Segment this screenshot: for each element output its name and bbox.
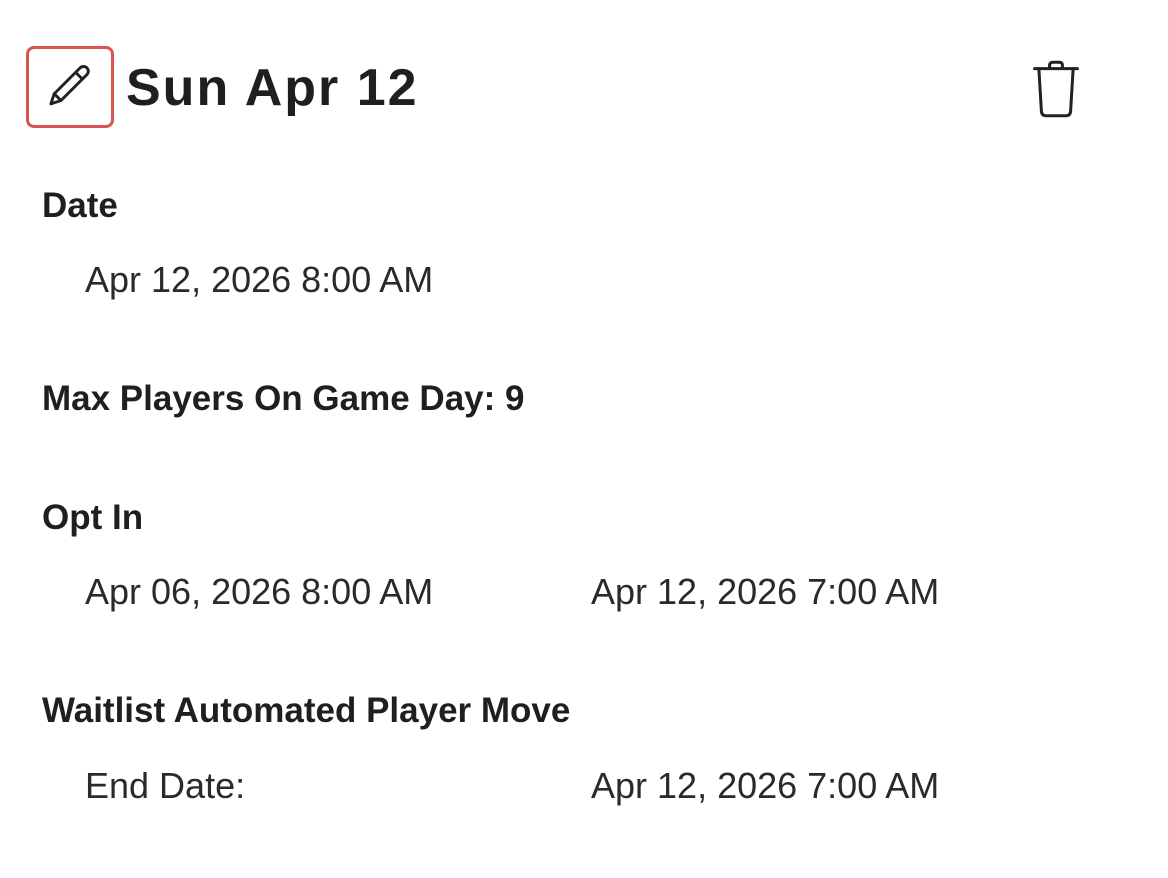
trash-icon — [1030, 59, 1082, 119]
opt-in-start-value: Apr 06, 2026 8:00 AM — [85, 571, 434, 612]
event-header: Sun Apr 12 — [0, 0, 1168, 180]
date-value: Apr 12, 2026 8:00 AM — [85, 259, 434, 300]
max-players-label: Max Players On Game Day: 9 — [42, 379, 525, 418]
opt-in-heading: Opt In — [42, 498, 144, 537]
waitlist-end-date-value: Apr 12, 2026 7:00 AM — [591, 765, 940, 806]
waitlist-heading: Waitlist Automated Player Move — [42, 691, 571, 730]
page-title: Sun Apr 12 — [126, 59, 419, 117]
delete-button[interactable] — [1024, 56, 1088, 122]
opt-in-end-value: Apr 12, 2026 7:00 AM — [591, 571, 940, 612]
pencil-icon — [43, 60, 97, 114]
edit-button[interactable] — [26, 46, 114, 128]
waitlist-end-date-label: End Date: — [85, 765, 246, 806]
date-heading: Date — [42, 186, 118, 225]
